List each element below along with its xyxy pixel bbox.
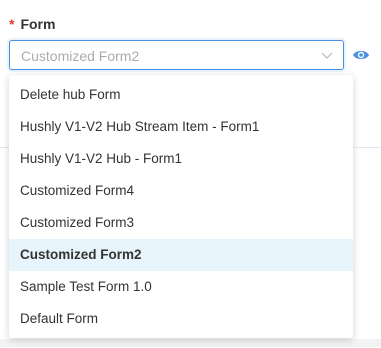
form-select-value: Customized Form2 bbox=[21, 48, 140, 64]
dropdown-option[interactable]: Sample Test Form 1.0 bbox=[9, 271, 353, 303]
form-select[interactable]: Customized Form2 bbox=[9, 40, 344, 70]
eye-icon[interactable] bbox=[352, 48, 370, 62]
required-marker: * bbox=[9, 16, 15, 32]
dropdown-option[interactable]: Customized Form4 bbox=[9, 175, 353, 207]
footer-strip bbox=[0, 339, 381, 347]
form-label-text: Form bbox=[20, 16, 56, 32]
form-field-label: * Form bbox=[9, 16, 55, 32]
form-dropdown-menu: Delete hub Form Hushly V1-V2 Hub Stream I… bbox=[9, 75, 353, 338]
dropdown-option[interactable]: Hushly V1-V2 Hub - Form1 bbox=[9, 143, 353, 175]
dropdown-option[interactable]: Delete hub Form bbox=[9, 79, 353, 111]
dropdown-option[interactable]: Customized Form2 bbox=[9, 239, 353, 271]
chevron-down-icon[interactable] bbox=[321, 50, 333, 60]
dropdown-option[interactable]: Hushly V1-V2 Hub Stream Item - Form1 bbox=[9, 111, 353, 143]
dropdown-option[interactable]: Customized Form3 bbox=[9, 207, 353, 239]
dropdown-option[interactable]: Default Form bbox=[9, 303, 353, 335]
